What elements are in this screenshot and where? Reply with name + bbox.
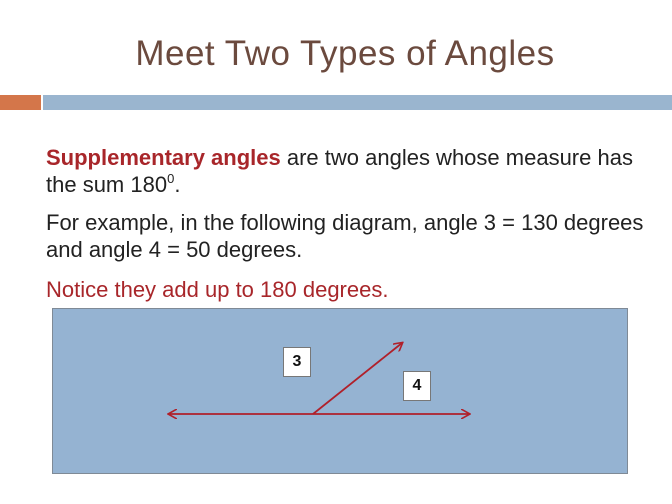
accent-bar-orange	[0, 95, 41, 110]
example-paragraph: For example, in the following diagram, a…	[46, 210, 644, 262]
slide-title: Meet Two Types of Angles	[135, 34, 555, 73]
definition-period: .	[174, 172, 181, 197]
angle-4-label: 4	[403, 371, 431, 401]
angle-diagram: 3 4	[52, 308, 628, 474]
accent-bar-blue	[43, 95, 672, 110]
angle-3-label: 3	[283, 347, 311, 377]
angle-diagram-drawing	[53, 309, 629, 475]
term-supplementary-angles: Supplementary angles	[46, 145, 281, 170]
slide: Meet Two Types of Angles Supplementary a…	[0, 0, 672, 504]
degree-superscript: 0	[167, 170, 175, 186]
notice-paragraph: Notice they add up to 180 degrees.	[46, 277, 389, 302]
definition-paragraph: Supplementary angles are two angles whos…	[46, 144, 646, 198]
angle-ray	[312, 343, 402, 415]
